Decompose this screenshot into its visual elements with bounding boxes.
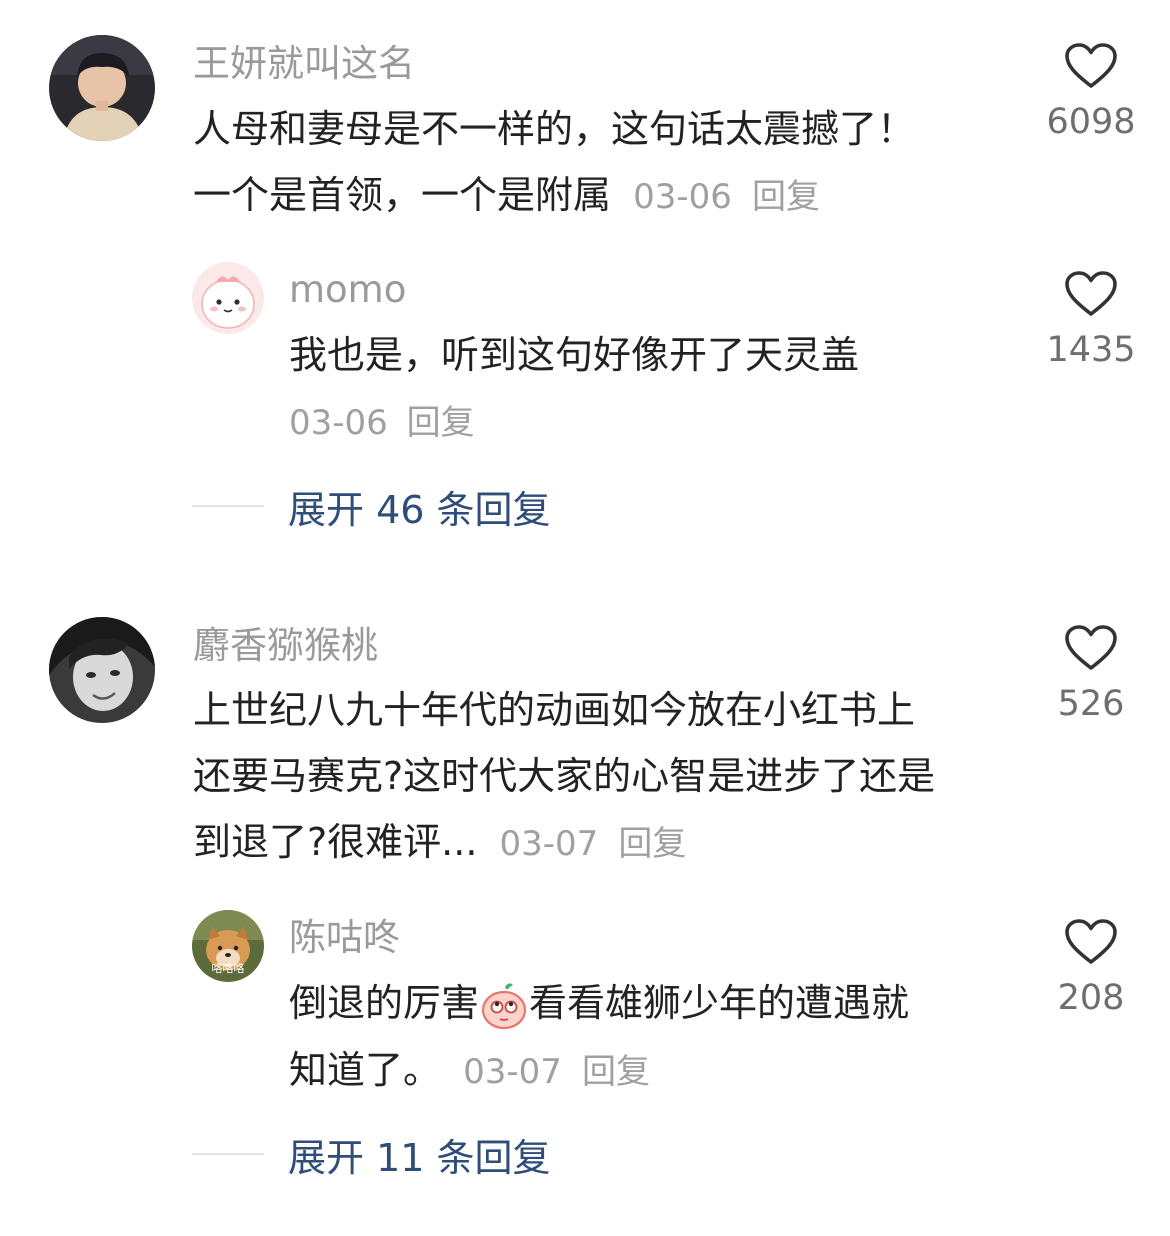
like-button[interactable]: 6098 — [1036, 42, 1146, 142]
like-count: 1435 — [1046, 330, 1136, 370]
expand-replies-label: 展开 46 条回复 — [288, 487, 551, 532]
reply-button[interactable]: 回复 — [407, 403, 475, 443]
avatar[interactable] — [49, 35, 155, 141]
reply-text: 知道了。 — [289, 1048, 442, 1092]
heart-outline-icon — [1065, 43, 1117, 88]
avatar[interactable] — [192, 262, 264, 334]
reply-text: 看看雄狮少年的遭遇就 — [529, 981, 910, 1025]
reply-text: 倒退的厉害 — [289, 981, 480, 1025]
reply-text-line: 倒退的厉害 看看雄狮少年的遭遇就 — [289, 978, 909, 1031]
comment-date: 03-06 — [633, 177, 732, 217]
like-button[interactable]: 1435 — [1036, 270, 1146, 370]
comment-text-line: 上世纪八九十年代的动画如今放在小红书上 — [193, 688, 916, 732]
comment-text-line: 人母和妻母是不一样的，这句话太震撼了！ — [193, 107, 916, 151]
heart-outline-icon — [1065, 271, 1117, 316]
heart-outline-icon — [1065, 625, 1117, 670]
expand-replies-label: 展开 11 条回复 — [288, 1135, 551, 1180]
comment-text: 到退了?很难评... — [193, 820, 478, 864]
reply-button[interactable]: 回复 — [582, 1052, 650, 1092]
reply-meta: 03-06 回复 — [289, 398, 475, 448]
expand-replies-button[interactable]: 展开 46 条回复 — [192, 481, 551, 532]
comment-author[interactable]: 麝香猕猴桃 — [193, 622, 378, 670]
reply-text-line: 我也是，听到这句好像开了天灵盖 — [289, 333, 860, 377]
reply-author[interactable]: 陈咕咚 — [289, 914, 400, 962]
comment-text-line: 还要马赛克?这时代大家的心智是进步了还是 — [193, 754, 936, 798]
comment-text: 一个是首领，一个是附属 — [193, 173, 612, 217]
comment-text-line: 到退了?很难评... 03-07 回复 — [193, 817, 686, 869]
heart-outline-icon — [1065, 919, 1117, 964]
reply-date: 03-07 — [463, 1052, 562, 1092]
like-button[interactable]: 208 — [1036, 918, 1146, 1018]
reply-button[interactable]: 回复 — [752, 177, 820, 217]
avatar-image — [192, 262, 264, 334]
expand-replies-button[interactable]: 展开 11 条回复 — [192, 1129, 551, 1180]
peach-eyes-up-emoji — [479, 981, 529, 1031]
comment-text-line: 一个是首领，一个是附属 03-06 回复 — [193, 170, 820, 222]
like-count: 6098 — [1046, 102, 1136, 142]
avatar[interactable]: 咯咯咯 — [192, 910, 264, 982]
like-button[interactable]: 526 — [1036, 624, 1146, 724]
avatar-image — [49, 35, 155, 141]
divider — [192, 1153, 264, 1155]
comment-date: 03-07 — [499, 824, 599, 864]
avatar-image — [49, 617, 155, 723]
reply-button[interactable]: 回复 — [618, 824, 686, 864]
divider — [192, 505, 264, 507]
comment-author[interactable]: 王妍就叫这名 — [193, 40, 415, 88]
reply-author[interactable]: momo — [289, 266, 406, 314]
reply-text-line: 知道了。 03-07 回复 — [289, 1045, 650, 1097]
reply-date: 03-06 — [289, 403, 388, 443]
avatar-caption: 咯咯咯 — [211, 962, 245, 975]
like-count: 208 — [1057, 978, 1125, 1018]
avatar[interactable] — [49, 617, 155, 723]
like-count: 526 — [1057, 684, 1125, 724]
